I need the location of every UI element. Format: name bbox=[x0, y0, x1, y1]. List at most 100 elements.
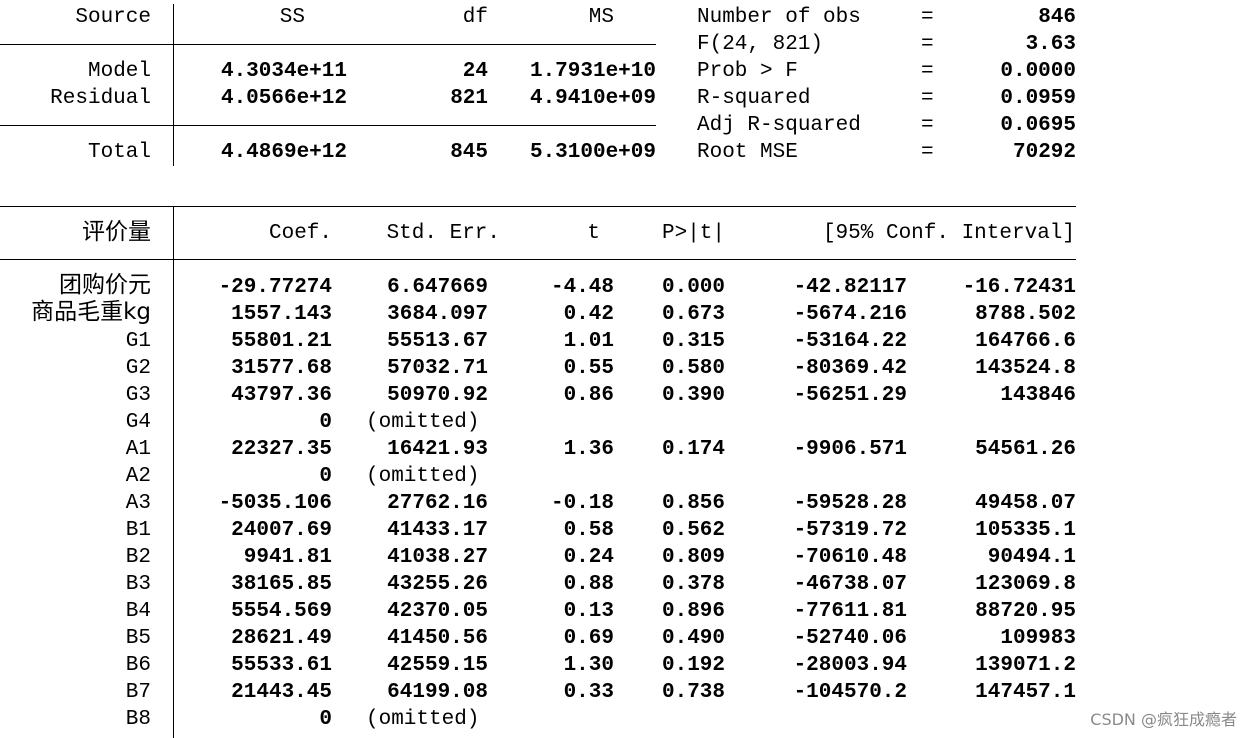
coef-t bbox=[500, 706, 614, 733]
anova-ss: 4.0566e+12 bbox=[220, 87, 347, 110]
stat-label: R-squared bbox=[697, 87, 811, 110]
coef-p: 0.673 bbox=[661, 303, 725, 326]
anova-ms: 5.3100e+09 bbox=[529, 141, 656, 164]
coef-std-err: 57032.71 bbox=[387, 357, 488, 380]
coef-t: 0.58 bbox=[563, 519, 614, 542]
anova-header-df: df bbox=[462, 6, 488, 29]
coef-t bbox=[500, 463, 614, 490]
coef-ci-low: -53164.22 bbox=[793, 330, 907, 353]
coef-std-err: 41433.17 bbox=[387, 519, 488, 542]
coef-value: 24007.69 bbox=[231, 519, 332, 542]
coef-value: 5554.569 bbox=[231, 600, 332, 623]
coef-value: 38165.85 bbox=[231, 573, 332, 596]
stat-value: 0.0959 bbox=[1000, 87, 1076, 110]
coef-value: 0 bbox=[319, 411, 332, 434]
anova-ss: 4.4869e+12 bbox=[220, 141, 347, 164]
coef-value: 28621.49 bbox=[231, 627, 332, 650]
anova-ss: 4.3034e+11 bbox=[220, 60, 347, 83]
coef-t: 0.69 bbox=[563, 627, 614, 650]
stat-value: 0.0000 bbox=[1000, 60, 1076, 83]
coef-row-label: B2 bbox=[125, 546, 151, 569]
coef-ci-low: -77611.81 bbox=[793, 600, 907, 623]
coef-ci-low: -9906.571 bbox=[793, 438, 907, 461]
coef-t: 0.24 bbox=[563, 546, 614, 569]
coef-row-label: A2 bbox=[125, 465, 151, 488]
coef-std-err: 27762.16 bbox=[387, 492, 488, 515]
coef-header-coef: Coef. bbox=[268, 222, 332, 245]
coef-std-err: 3684.097 bbox=[387, 303, 488, 326]
coef-value: 21443.45 bbox=[231, 681, 332, 704]
coef-row-label: B7 bbox=[125, 681, 151, 704]
coef-ci-high bbox=[920, 409, 1076, 436]
coef-ci-high bbox=[920, 706, 1076, 733]
stat-label: F(24, 821) bbox=[697, 33, 824, 56]
coef-p: 0.809 bbox=[661, 546, 725, 569]
coef-row-label: G3 bbox=[125, 384, 151, 407]
coef-p: 0.315 bbox=[661, 330, 725, 353]
stat-equals: = bbox=[921, 6, 934, 29]
coef-ci-high bbox=[920, 463, 1076, 490]
anova-ms: 1.7931e+10 bbox=[529, 60, 656, 83]
coef-ci-low: -56251.29 bbox=[793, 384, 907, 407]
coef-ci-low bbox=[740, 706, 907, 733]
stat-value: 0.0695 bbox=[1000, 114, 1076, 137]
watermark: CSDN @疯狂成瘾者 bbox=[1090, 710, 1237, 729]
coef-row-label: B5 bbox=[125, 627, 151, 650]
coef-t: 0.13 bbox=[563, 600, 614, 623]
coef-std-err: 50970.92 bbox=[387, 384, 488, 407]
coef-p: 0.174 bbox=[661, 438, 725, 461]
coef-std-err: 41038.27 bbox=[387, 546, 488, 569]
stat-value: 70292 bbox=[1012, 141, 1076, 164]
anova-header-source: Source bbox=[75, 6, 151, 29]
coef-ci-high: 49458.07 bbox=[975, 492, 1076, 515]
coef-ci-high: 90494.1 bbox=[987, 546, 1076, 569]
coef-ci-high: 54561.26 bbox=[975, 438, 1076, 461]
dep-var-label: 评价量 bbox=[82, 219, 151, 245]
coef-p: 0.490 bbox=[661, 627, 725, 650]
coef-std-err: 6.647669 bbox=[387, 276, 488, 299]
coef-t: 0.88 bbox=[563, 573, 614, 596]
coef-t: -4.48 bbox=[550, 276, 614, 299]
coef-value: 0 bbox=[319, 465, 332, 488]
coef-ci-high: -16.72431 bbox=[962, 276, 1076, 299]
coef-p bbox=[610, 409, 725, 436]
coef-ci-low bbox=[740, 409, 907, 436]
stat-equals: = bbox=[921, 60, 934, 83]
coef-header-t: t bbox=[587, 222, 600, 245]
stat-equals: = bbox=[921, 33, 934, 56]
coef-p: 0.896 bbox=[661, 600, 725, 623]
coef-t: 0.55 bbox=[563, 357, 614, 380]
coef-divider bbox=[173, 206, 174, 738]
coef-p: 0.856 bbox=[661, 492, 725, 515]
coef-std-err: 55513.67 bbox=[387, 330, 488, 353]
coef-row-label: B6 bbox=[125, 654, 151, 677]
coef-ci-high: 105335.1 bbox=[975, 519, 1076, 542]
coef-row-label: B4 bbox=[125, 600, 151, 623]
coef-ci-low: -80369.42 bbox=[793, 357, 907, 380]
coef-header-ci: [95% Conf. Interval] bbox=[822, 222, 1075, 245]
regression-output: Source SS df MS Model 4.3034e+11 24 1.7931e… bbox=[0, 0, 1253, 738]
stat-label: Prob > F bbox=[697, 60, 798, 83]
anova-ms: 4.9410e+09 bbox=[529, 87, 656, 110]
coef-ci-high: 8788.502 bbox=[975, 303, 1076, 326]
coef-t: 1.30 bbox=[563, 654, 614, 677]
coef-row-label: G2 bbox=[125, 357, 151, 380]
coef-std-err: 64199.08 bbox=[387, 681, 488, 704]
coef-t bbox=[500, 409, 614, 436]
coef-ci-high: 143846 bbox=[1000, 384, 1076, 407]
stat-equals: = bbox=[921, 114, 934, 137]
anova-header-ss: SS bbox=[279, 6, 305, 29]
coef-p: 0.378 bbox=[661, 573, 725, 596]
coef-t: -0.18 bbox=[550, 492, 614, 515]
coef-value: 22327.35 bbox=[231, 438, 332, 461]
coef-ci-high: 139071.2 bbox=[975, 654, 1076, 677]
stat-equals: = bbox=[921, 87, 934, 110]
coef-ci-low bbox=[740, 463, 907, 490]
coef-p: 0.192 bbox=[661, 654, 725, 677]
coef-value: 0 bbox=[319, 708, 332, 731]
stat-value: 3.63 bbox=[1025, 33, 1076, 56]
coef-t: 1.36 bbox=[563, 438, 614, 461]
coef-row-label: B8 bbox=[125, 708, 151, 731]
coef-ci-low: -46738.07 bbox=[793, 573, 907, 596]
coef-ci-high: 109983 bbox=[1000, 627, 1076, 650]
